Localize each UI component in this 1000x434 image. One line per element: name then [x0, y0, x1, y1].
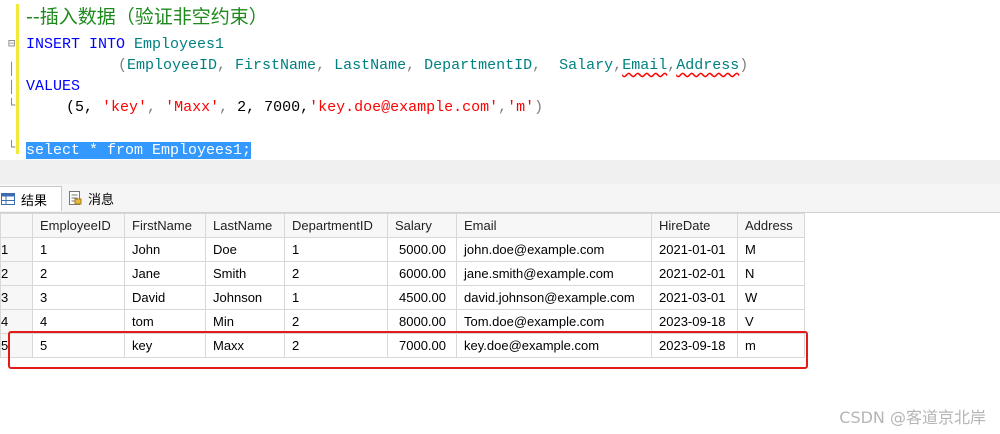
cell-hiredate[interactable]: 2023-09-18: [651, 309, 738, 334]
cell-address[interactable]: W: [737, 285, 805, 310]
column-header[interactable]: HireDate: [651, 213, 738, 238]
cell-departmentid[interactable]: 1: [284, 285, 388, 310]
cell-hiredate[interactable]: 2021-03-01: [651, 285, 738, 310]
watermark: CSDN @客道京北岸: [839, 408, 986, 427]
cell-firstname[interactable]: David: [124, 285, 206, 310]
row-number[interactable]: 1: [0, 237, 33, 262]
column-name: EmployeeID: [127, 57, 218, 74]
cell-salary[interactable]: 4500.00: [387, 285, 457, 310]
tab-messages[interactable]: 消息: [66, 186, 132, 210]
tab-results-label: 结果: [21, 193, 48, 209]
tab-results[interactable]: 结果: [0, 186, 62, 211]
paren-open: (: [118, 57, 128, 74]
cell-departmentid[interactable]: 2: [284, 309, 388, 334]
grid-icon: [1, 193, 15, 205]
sql-editor[interactable]: ⊟ │ │ └ └ --插入数据（验证非空约束） INSERT INTO Emp…: [0, 0, 1000, 162]
cell-hiredate[interactable]: 2021-01-01: [651, 237, 738, 262]
cell-firstname[interactable]: John: [124, 237, 206, 262]
string-literal: 'm': [507, 99, 535, 116]
cell-employeeid[interactable]: 1: [32, 237, 125, 262]
table-row[interactable]: 2 2 Jane Smith 2 6000.00 jane.smith@exam…: [0, 261, 805, 286]
cell-salary[interactable]: 5000.00: [387, 237, 457, 262]
column-header[interactable]: Salary: [387, 213, 457, 238]
column-header[interactable]: EmployeeID: [32, 213, 125, 238]
cell-address[interactable]: V: [737, 309, 805, 334]
grid-header-row: EmployeeID FirstName LastName Department…: [0, 213, 805, 238]
cell-address[interactable]: N: [737, 261, 805, 286]
table-row[interactable]: 1 1 John Doe 1 5000.00 john.doe@example.…: [0, 237, 805, 262]
cell-employeeid[interactable]: 2: [32, 261, 125, 286]
string-literal: 'key.doe@example.com': [309, 99, 499, 116]
message-icon: [69, 191, 82, 205]
code-line-tuple: (5, 'key', 'Maxx', 2, 7000,'key.doe@exam…: [66, 99, 544, 116]
row-number-header[interactable]: [0, 213, 33, 238]
column-header[interactable]: Address: [737, 213, 805, 238]
selected-select-statement[interactable]: select * from Employees1;: [26, 142, 252, 159]
column-name: DepartmentID: [424, 57, 533, 74]
code-line-select: select * from Employees1;: [26, 142, 252, 160]
cell-salary[interactable]: 6000.00: [387, 261, 457, 286]
table-name: Employees1: [134, 36, 225, 53]
column-name: FirstName: [235, 57, 317, 74]
cell-employeeid[interactable]: 3: [32, 285, 125, 310]
tuple-end: ): [534, 99, 544, 116]
cell-firstname[interactable]: Jane: [124, 261, 206, 286]
cell-firstname[interactable]: tom: [124, 309, 206, 334]
cell-email[interactable]: john.doe@example.com: [456, 237, 652, 262]
table-row[interactable]: 3 3 David Johnson 1 4500.00 david.johnso…: [0, 285, 805, 310]
cell-lastname[interactable]: Min: [205, 309, 285, 334]
column-name: LastName: [334, 57, 407, 74]
string-literal: 'Maxx': [165, 99, 220, 116]
cell-lastname[interactable]: Smith: [205, 261, 285, 286]
column-header[interactable]: DepartmentID: [284, 213, 388, 238]
code-line-values: VALUES: [26, 78, 80, 96]
cell-email[interactable]: jane.smith@example.com: [456, 261, 652, 286]
numeric-literals: 2, 7000,: [237, 99, 310, 116]
column-header[interactable]: LastName: [205, 213, 285, 238]
fold-line-icon: │: [8, 62, 16, 76]
cell-departmentid[interactable]: 1: [284, 237, 388, 262]
row-number[interactable]: 3: [0, 285, 33, 310]
sql-comment: --插入数据（验证非空约束）: [26, 6, 268, 28]
cell-lastname[interactable]: Johnson: [205, 285, 285, 310]
fold-line-icon: │: [8, 80, 16, 94]
column-header[interactable]: Email: [456, 213, 652, 238]
column-name: Salary: [559, 57, 614, 74]
cell-hiredate[interactable]: 2021-02-01: [651, 261, 738, 286]
values-keyword: VALUES: [26, 78, 81, 95]
change-tracking-bar: [16, 4, 19, 154]
column-name: Email: [622, 57, 668, 74]
cell-email[interactable]: Tom.doe@example.com: [456, 309, 652, 334]
tuple-start: (5,: [66, 99, 94, 116]
column-name: Address: [676, 57, 740, 74]
column-header[interactable]: FirstName: [124, 213, 206, 238]
code-line-columns: (EmployeeID, FirstName, LastName, Depart…: [118, 57, 749, 74]
insert-keyword: INSERT INTO: [26, 36, 126, 53]
highlight-annotation-box: [8, 331, 808, 369]
string-literal: 'key': [102, 99, 148, 116]
cell-salary[interactable]: 8000.00: [387, 309, 457, 334]
editor-horizontal-scrollbar[interactable]: [0, 160, 1000, 184]
table-row[interactable]: 4 4 tom Min 2 8000.00 Tom.doe@example.co…: [0, 309, 805, 334]
cell-address[interactable]: M: [737, 237, 805, 262]
code-line-insert: INSERT INTO Employees1: [26, 36, 224, 54]
row-number[interactable]: 4: [0, 309, 33, 334]
code-line-comment: --插入数据（验证非空约束）: [26, 8, 268, 29]
cell-lastname[interactable]: Doe: [205, 237, 285, 262]
paren-close: ): [739, 57, 749, 74]
tab-messages-label: 消息: [88, 192, 115, 208]
cell-employeeid[interactable]: 4: [32, 309, 125, 334]
row-number[interactable]: 2: [0, 261, 33, 286]
results-tab-bar: 结果 消息: [0, 184, 1000, 213]
fold-end-icon: └: [8, 98, 16, 112]
collapse-icon[interactable]: ⊟: [8, 36, 15, 50]
fold-end-icon: └: [8, 140, 16, 154]
cell-departmentid[interactable]: 2: [284, 261, 388, 286]
cell-email[interactable]: david.johnson@example.com: [456, 285, 652, 310]
